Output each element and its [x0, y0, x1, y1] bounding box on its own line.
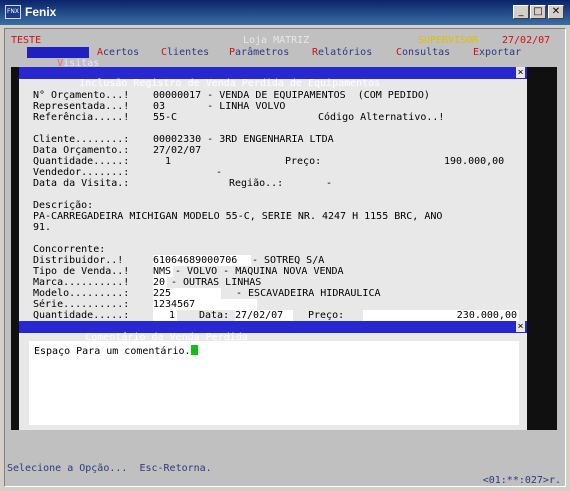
- referencia-label: Referência.....!: [33, 112, 130, 123]
- descricao-line-2: 91.: [33, 222, 52, 233]
- dialog-close-icon[interactable]: ×: [516, 67, 525, 78]
- maximize-button[interactable]: □: [530, 5, 546, 19]
- modelo-input[interactable]: 225: [153, 288, 221, 299]
- menu-relatorios[interactable]: Relatórios: [312, 47, 372, 58]
- orcamento-value: 00000017 - VENDA DE EQUIPAMENTOS (COM PE…: [153, 90, 430, 101]
- quantidade-value: 1: [165, 156, 172, 167]
- distribuidor-label: Distribuidor..!: [33, 255, 124, 266]
- quantidade2-label: Quantidade.....:: [33, 310, 130, 321]
- representada-value: 03 - LINHA VOLVO: [153, 101, 286, 112]
- referencia-value: 55-C: [153, 112, 178, 123]
- data2-label: Data:: [199, 310, 230, 321]
- codigo-alternativo-label: Código Alternativo..!: [318, 112, 445, 123]
- comment-textarea[interactable]: Espaço Para um comentário.: [29, 341, 519, 425]
- store-label: Loja MATRIZ: [243, 35, 310, 46]
- window-title: Fenix: [25, 5, 57, 19]
- preco-value: 190.000,00: [444, 156, 505, 167]
- menu-acertos[interactable]: Acertos: [97, 47, 139, 58]
- tipo-venda-input[interactable]: NMS: [153, 266, 173, 277]
- preco2-input[interactable]: 230.000,00: [363, 310, 519, 321]
- vendedor-label: Vendedor.......:: [33, 167, 130, 178]
- regiao-value: -: [326, 178, 333, 189]
- terminal-area: TESTE Loja MATRIZ SUPERVISOR 27/02/07 Vi…: [4, 28, 566, 487]
- window-titlebar: FNX Fenix _ □ ✕: [0, 0, 570, 25]
- menu-exportar[interactable]: Exportar: [473, 47, 521, 58]
- preco2-label: Preço:: [308, 310, 345, 321]
- comment-close-icon[interactable]: ×: [516, 321, 525, 332]
- menu-clientes[interactable]: Clientes: [161, 47, 209, 58]
- serie-label: Série..........:: [33, 299, 130, 310]
- tipo-venda-label: Tipo de Venda..!: [33, 266, 130, 277]
- orcamento-label: N° Orçamento...!: [33, 90, 130, 101]
- cliente-value: 00002330 - 3RD ENGENHARIA LTDA: [153, 134, 334, 145]
- data2-input[interactable]: 27/02/07: [235, 310, 293, 321]
- regiao-label: Região..:: [229, 178, 284, 189]
- modelo-name: - ESCAVADEIRA HIDRAULICA: [236, 288, 381, 299]
- quantidade-label: Quantidade.....:: [33, 156, 130, 167]
- representada-label: Representada...!: [33, 101, 130, 112]
- date-label: 27/02/07: [502, 35, 551, 46]
- comment-text: Espaço Para um comentário.: [34, 346, 191, 357]
- menu-parametros[interactable]: Parâmetros: [229, 47, 289, 58]
- cursor-position: <01:**:027>r.: [482, 475, 561, 486]
- sale-lost-dialog: Inclusão Registro de Venda Perdida de Eq…: [19, 67, 527, 430]
- concorrente-label: Concorrente:: [33, 244, 106, 255]
- descricao-label: Descrição:: [33, 200, 94, 211]
- data-visita-label: Data da Visita.:: [33, 178, 130, 189]
- menu-visitas[interactable]: Visitas: [27, 47, 99, 69]
- content-panel: Inclusão Registro de Venda Perdida de Eq…: [11, 67, 557, 430]
- preco-label: Preço:: [285, 156, 322, 167]
- quantidade2-input[interactable]: 1: [153, 310, 177, 321]
- serie-input[interactable]: 1234567: [153, 299, 257, 310]
- text-cursor: [190, 345, 198, 355]
- menu-consultas[interactable]: Consultas: [396, 47, 450, 58]
- dialog-title: Inclusão Registro de Venda Perdida de Eq…: [19, 67, 527, 89]
- user-label: SUPERVISOR: [418, 35, 479, 46]
- comment-dialog-title: Comentário da Venda Perdida ×: [19, 321, 527, 343]
- data-orcamento-value: 27/02/07: [153, 145, 202, 156]
- data-orcamento-label: Data Orçamento.:: [33, 145, 130, 156]
- environment-label: TESTE: [11, 35, 42, 46]
- minimize-button[interactable]: _: [513, 5, 529, 19]
- distribuidor-name: - SOTREQ S/A: [252, 255, 325, 266]
- distribuidor-input[interactable]: 61064689000706: [153, 255, 251, 266]
- cliente-label: Cliente........:: [33, 134, 130, 145]
- status-hint: Selecione a Opção... Esc-Retorna.: [7, 463, 212, 474]
- close-button[interactable]: ✕: [548, 5, 564, 19]
- tipo-venda-name: - VOLVO - MAQUINA NOVA VENDA: [175, 266, 344, 277]
- descricao-line-1: PA-CARREGADEIRA MICHIGAN MODELO 55-C, SE…: [33, 211, 443, 222]
- fenix-logo-icon: FNX: [5, 5, 21, 19]
- marca-name: - OUTRAS LINHAS: [171, 277, 262, 288]
- marca-input[interactable]: 20: [153, 277, 167, 288]
- vendedor-value: -: [216, 167, 223, 178]
- modelo-label: Modelo.........:: [33, 288, 130, 299]
- marca-label: Marca..........!: [33, 277, 130, 288]
